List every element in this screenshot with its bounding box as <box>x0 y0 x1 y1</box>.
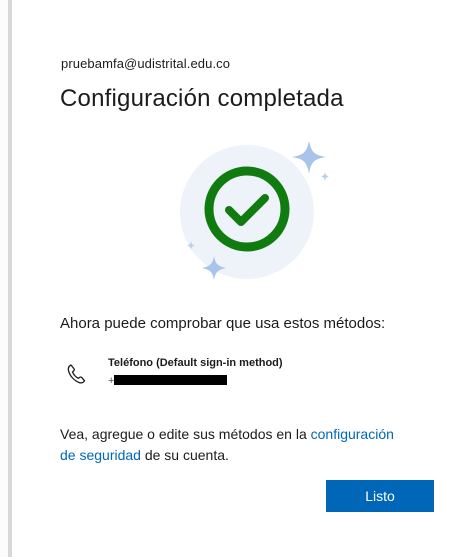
methods-intro: Ahora puede comprobar que usa estos méto… <box>60 315 386 332</box>
method-phone-number: + <box>108 374 228 388</box>
account-email: pruebamfa@udistrital.edu.co <box>61 56 231 71</box>
sparkle-icon <box>321 172 329 181</box>
setup-complete-card: pruebamfa@udistrital.edu.co Configuració… <box>12 0 462 557</box>
success-checkmark-icon <box>180 140 329 280</box>
auth-method-item: Teléfono (Default sign-in method) + <box>60 357 400 397</box>
phone-icon <box>66 363 86 385</box>
right-edge <box>461 0 469 557</box>
info-text-end: de su cuenta. <box>140 447 229 463</box>
page: pruebamfa@udistrital.edu.co Configuració… <box>0 0 469 557</box>
success-illustration <box>162 140 332 287</box>
manage-methods-text: Vea, agregue o edite sus métodos en la c… <box>60 424 400 466</box>
done-button[interactable]: Listo <box>326 480 434 512</box>
page-title: Configuración completada <box>60 85 344 112</box>
method-label: Teléfono (Default sign-in method) <box>108 357 283 369</box>
redacted-phone-number <box>114 375 228 386</box>
info-text-start: Vea, agregue o edite sus métodos en la <box>60 426 311 442</box>
